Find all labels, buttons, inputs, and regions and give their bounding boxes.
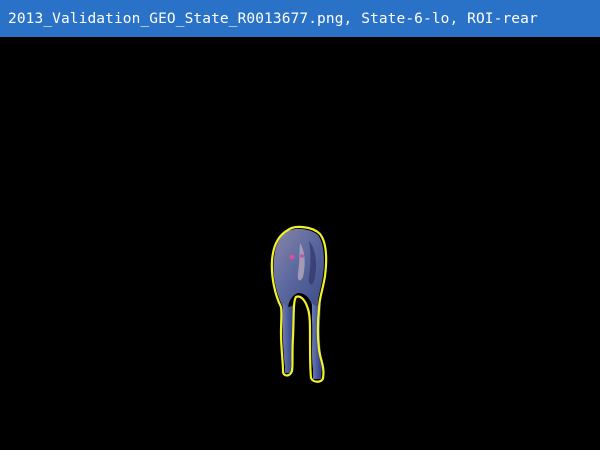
image-viewport (0, 37, 600, 450)
window-titlebar[interactable]: 2013_Validation_GEO_State_R0013677.png, … (0, 0, 600, 37)
image-viewer-window: 2013_Validation_GEO_State_R0013677.png, … (0, 0, 600, 450)
animal-right-leg-shape (312, 303, 322, 379)
animal-highlight-dot (300, 254, 304, 258)
window-title: 2013_Validation_GEO_State_R0013677.png, … (8, 10, 538, 27)
animal-rear-silhouette-icon (270, 225, 328, 383)
animal-highlight-dot (289, 254, 295, 260)
